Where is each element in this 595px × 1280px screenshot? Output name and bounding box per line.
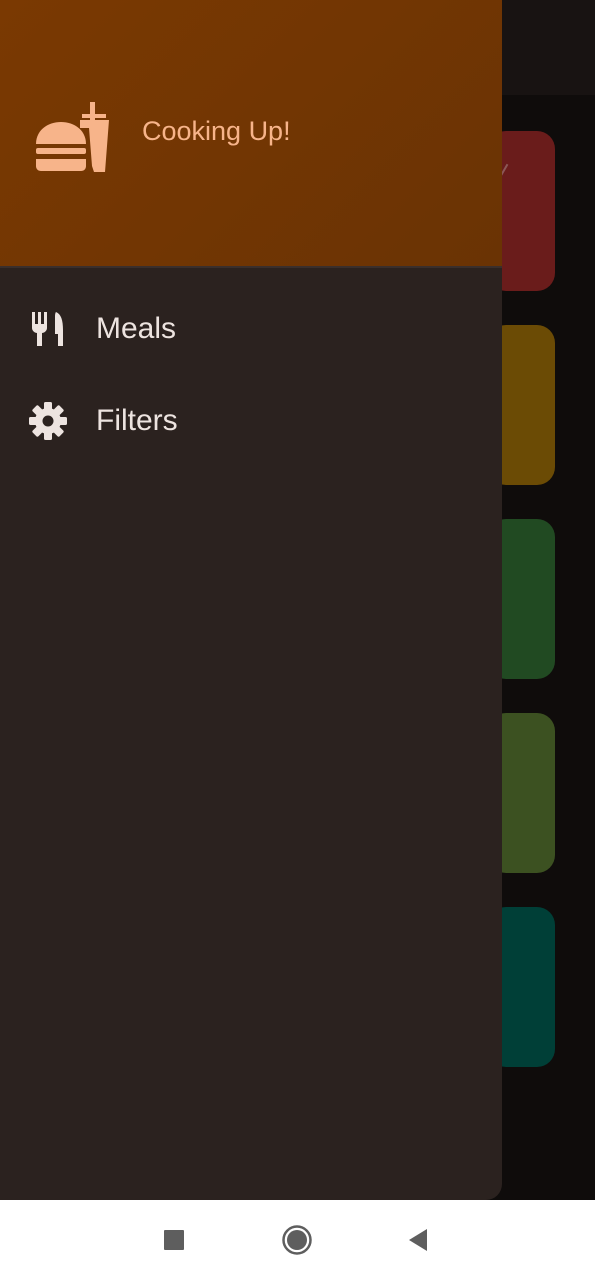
system-navigation-bar: [0, 1200, 595, 1280]
back-button[interactable]: [398, 1220, 438, 1260]
restaurant-icon: [28, 309, 68, 349]
drawer-item-label: Filters: [96, 404, 178, 437]
drawer-item-label: Meals: [96, 312, 177, 345]
recents-button[interactable]: [154, 1220, 194, 1260]
home-button[interactable]: [277, 1220, 317, 1260]
home-icon: [282, 1225, 312, 1255]
settings-icon: [28, 401, 68, 441]
recents-icon: [164, 1230, 184, 1250]
fastfood-icon: [36, 102, 109, 172]
drawer-header: Cooking Up!: [0, 0, 502, 268]
drawer-title: Cooking Up!: [142, 116, 291, 146]
back-icon: [409, 1229, 427, 1251]
navigation-drawer: Cooking Up! Meals Filters: [0, 0, 502, 1200]
drawer-item-filters[interactable]: Filters: [0, 380, 502, 462]
drawer-item-meals[interactable]: Meals: [0, 288, 502, 370]
